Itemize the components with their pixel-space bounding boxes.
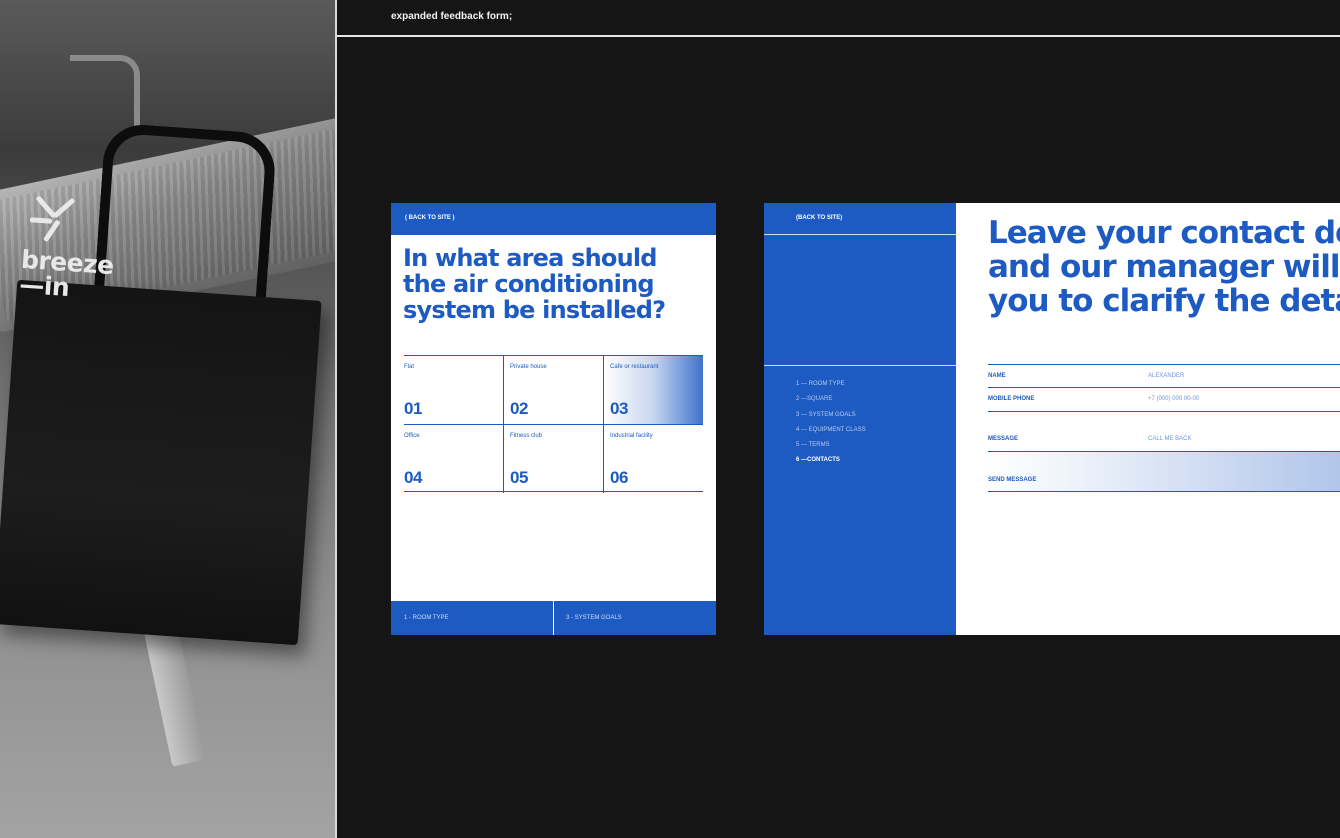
- option-number: 03: [610, 399, 628, 418]
- contact-form-card: (BACK TO SITE) 1 — ROOM TYPE 2 —SQUARE 3…: [764, 203, 1340, 635]
- title-line: Leave your contact de: [988, 215, 1340, 251]
- back-to-site-link[interactable]: (BACK TO SITE): [796, 215, 842, 221]
- page-title: expanded feedback form;: [391, 11, 513, 22]
- phone-field[interactable]: MOBILE PHONE +7 (000) 000 00-00: [988, 387, 1340, 411]
- option-flat[interactable]: Flat 01: [404, 356, 503, 424]
- option-number: 06: [610, 468, 628, 487]
- nav-divider: [553, 601, 554, 635]
- area-options-grid: Flat 01 Private house 02 Cafe or restaur…: [404, 355, 703, 493]
- option-cafe-restaurant[interactable]: Cafe or restaurant 03: [604, 356, 703, 424]
- product-photo: breeze —in: [0, 0, 335, 838]
- header-divider: [337, 35, 1340, 37]
- field-label: NAME: [988, 373, 1006, 379]
- option-number: 05: [510, 468, 528, 487]
- title-line: you to clarify the deta: [988, 283, 1340, 319]
- message-field[interactable]: MESSAGE CALL ME BACK: [988, 411, 1340, 451]
- sidebar-divider: [764, 234, 956, 235]
- brand-logo: breeze —in: [18, 195, 118, 303]
- field-label: MESSAGE: [988, 436, 1019, 442]
- message-input[interactable]: CALL ME BACK: [1148, 436, 1191, 442]
- step-equipment-class[interactable]: 4 — EQUIPMENT CLASS: [796, 423, 866, 438]
- option-label: Industrial facility: [610, 433, 653, 439]
- step-system-goals[interactable]: 3 — SYSTEM GOALS: [796, 408, 866, 423]
- step-room-type[interactable]: 1 — ROOM TYPE: [796, 377, 866, 392]
- card-topbar: ( BACK TO SITE ): [391, 203, 716, 235]
- option-label: Office: [404, 433, 420, 439]
- back-to-site-link[interactable]: ( BACK TO SITE ): [405, 215, 455, 221]
- faucet-shape: [70, 55, 140, 135]
- option-fitness-club[interactable]: Fitness club 05: [503, 425, 602, 493]
- option-label: Fitness club: [510, 433, 543, 439]
- step-navigation: 1 - ROOM TYPE 3 - SYSTEM GOALS: [391, 601, 716, 635]
- sidebar-divider: [764, 365, 956, 366]
- option-label: Flat: [404, 364, 415, 370]
- option-office[interactable]: Office 04: [404, 425, 503, 493]
- name-field[interactable]: NAME ALEXANDER: [988, 364, 1340, 387]
- field-label: MOBILE PHONE: [988, 396, 1035, 402]
- prev-step-link[interactable]: 1 - ROOM TYPE: [404, 615, 449, 621]
- option-number: 01: [404, 399, 422, 418]
- tote-bag: [0, 279, 322, 646]
- send-message-button[interactable]: SEND MESSAGE: [988, 451, 1340, 492]
- vertical-divider: [335, 0, 337, 838]
- step-list: 1 — ROOM TYPE 2 —SQUARE 3 — SYSTEM GOALS…: [796, 377, 866, 469]
- step-terms[interactable]: 5 — TERMS: [796, 438, 866, 453]
- option-industrial-facility[interactable]: Industrial facility 06: [604, 425, 703, 493]
- question-title: In what area should the air conditioning…: [403, 244, 666, 324]
- area-question-card: ( BACK TO SITE ) In what area should the…: [391, 203, 716, 635]
- title-line: and our manager will c: [988, 249, 1340, 285]
- breeze-logo-icon: [26, 195, 81, 249]
- contact-title: Leave your contact de and our manager wi…: [988, 216, 1340, 318]
- steps-sidebar: (BACK TO SITE) 1 — ROOM TYPE 2 —SQUARE 3…: [764, 203, 956, 635]
- option-label: Private house: [510, 364, 547, 370]
- next-step-link[interactable]: 3 - SYSTEM GOALS: [566, 615, 622, 621]
- option-label: Cafe or restaurant: [610, 364, 659, 370]
- name-input[interactable]: ALEXANDER: [1148, 373, 1184, 379]
- step-square[interactable]: 2 —SQUARE: [796, 392, 866, 407]
- option-number: 02: [510, 399, 528, 418]
- step-contacts[interactable]: 6 —CONTACTS: [796, 453, 866, 468]
- option-private-house[interactable]: Private house 02: [503, 356, 602, 424]
- send-label: SEND MESSAGE: [988, 477, 1037, 483]
- option-number: 04: [404, 468, 422, 487]
- phone-input[interactable]: +7 (000) 000 00-00: [1148, 396, 1199, 402]
